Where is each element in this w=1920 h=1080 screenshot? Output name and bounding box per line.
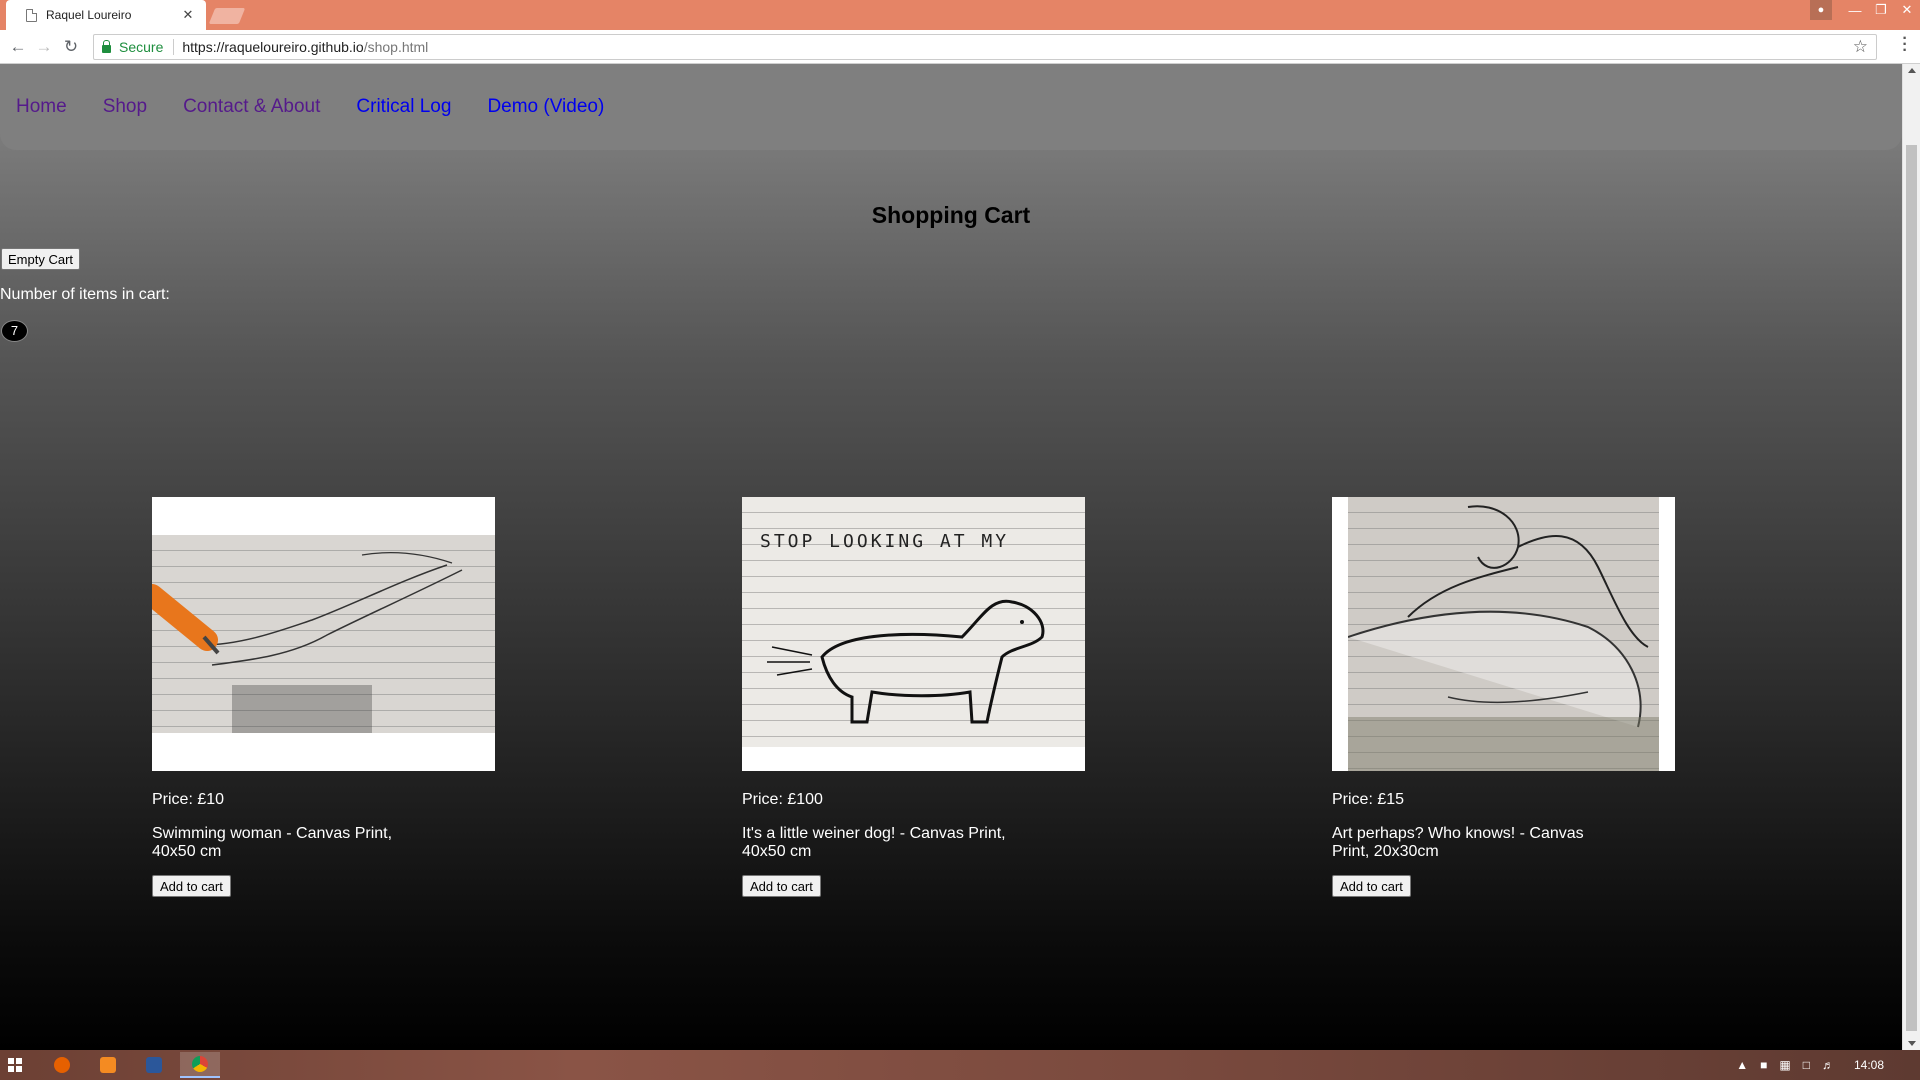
lock-icon — [102, 40, 111, 53]
nav-link-shop[interactable]: Shop — [103, 96, 147, 117]
bookmark-star-icon[interactable]: ☆ — [1853, 37, 1868, 57]
taskbar-clock[interactable]: 14:08 — [1854, 1058, 1884, 1072]
page-scrollbar[interactable] — [1902, 64, 1920, 1050]
add-to-cart-button[interactable]: Add to cart — [152, 875, 231, 897]
address-separator — [173, 39, 175, 55]
window-controls: ● — ❐ ✕ — [1810, 0, 1920, 20]
product-price: Price: £100 — [742, 791, 823, 808]
browser-toolbar: ← → ↻ Secure https://raqueloureiro.githu… — [0, 30, 1920, 64]
product-card: Price: £15 Art perhaps? Who knows! - Can… — [1332, 497, 1675, 897]
nav-link-demo-video[interactable]: Demo (Video) — [487, 96, 604, 117]
art-caption: STOP LOOKING AT MY — [760, 531, 1009, 552]
back-arrow-icon[interactable]: ← — [8, 37, 28, 57]
tab-close-icon[interactable]: ✕ — [180, 7, 196, 23]
network-icon[interactable]: □ — [1803, 1058, 1810, 1072]
windows-start-icon[interactable] — [8, 1058, 22, 1072]
address-bar[interactable]: Secure https://raqueloureiro.github.io/s… — [93, 34, 1877, 60]
scroll-down-arrow-icon[interactable] — [1908, 1041, 1916, 1046]
empty-cart-button[interactable]: Empty Cart — [1, 248, 81, 270]
scroll-up-arrow-icon[interactable] — [1908, 68, 1916, 73]
minimize-icon[interactable]: — — [1842, 3, 1868, 18]
cart-count-label: Number of items in cart: — [0, 286, 170, 303]
site-navigation: Home Shop Contact & About Critical Log D… — [0, 64, 1902, 150]
url-path: /shop.html — [363, 39, 429, 55]
browser-tab-active[interactable]: Raquel Loureiro ✕ — [6, 0, 206, 30]
taskbar-word-icon[interactable] — [134, 1052, 174, 1078]
tray-expand-icon[interactable]: ▲ — [1736, 1058, 1748, 1072]
nav-link-critical-log[interactable]: Critical Log — [356, 96, 451, 117]
reload-icon[interactable]: ↻ — [61, 37, 81, 57]
system-tray: ▲ ■ ▦ □ ♬ 14:08 — [1724, 1050, 1910, 1080]
product-image[interactable] — [152, 497, 495, 771]
scrollbar-thumb[interactable] — [1906, 145, 1917, 1031]
drawing-figure — [1348, 497, 1659, 771]
nav-link-home[interactable]: Home — [16, 96, 67, 117]
restore-icon[interactable]: ❐ — [1868, 2, 1894, 18]
product-title: Art perhaps? Who knows! - Canvas Print, … — [1332, 825, 1584, 860]
volume-icon[interactable]: ♬ — [1822, 1058, 1834, 1072]
cart-count-badge: 7 — [1, 320, 28, 342]
tray-app-icon[interactable]: ▦ — [1779, 1058, 1790, 1072]
close-window-icon[interactable]: ✕ — [1894, 2, 1920, 18]
nav-link-contact-about[interactable]: Contact & About — [183, 96, 320, 117]
tray-discord-icon[interactable]: ■ — [1760, 1058, 1767, 1072]
taskbar-sublime-icon[interactable] — [88, 1052, 128, 1078]
product-image[interactable] — [1332, 497, 1675, 771]
add-to-cart-button[interactable]: Add to cart — [1332, 875, 1411, 897]
product-price: Price: £10 — [152, 791, 225, 808]
product-price: Price: £15 — [1332, 791, 1405, 808]
add-to-cart-button[interactable]: Add to cart — [742, 875, 821, 897]
browser-menu-icon[interactable]: · · · — [1900, 31, 1910, 59]
product-title: It's a little weiner dog! - Canvas Print… — [742, 825, 1006, 860]
profile-icon[interactable]: ● — [1810, 0, 1832, 20]
forward-arrow-icon[interactable]: → — [34, 37, 54, 57]
page-viewport: Home Shop Contact & About Critical Log D… — [0, 64, 1902, 1050]
browser-titlebar: Raquel Loureiro ✕ ● — ❐ ✕ — [0, 0, 1920, 30]
page-title: Shopping Cart — [871, 202, 1031, 228]
url-host: https://raqueloureiro.github.io — [182, 39, 364, 55]
drawing-swimming-woman — [152, 535, 495, 733]
secure-label: Secure — [119, 39, 164, 55]
product-image[interactable]: STOP LOOKING AT MY — [742, 497, 1085, 771]
tab-title: Raquel Loureiro — [46, 8, 132, 22]
page-icon — [26, 8, 37, 22]
product-card: Price: £10 Swimming woman - Canvas Print… — [152, 497, 495, 897]
product-card: STOP LOOKING AT MY Price: £100 It's a li… — [742, 497, 1085, 897]
product-title: Swimming woman - Canvas Print, 40x50 cm — [152, 825, 393, 860]
taskbar-firefox-icon[interactable] — [42, 1052, 82, 1078]
drawing-weiner-dog: STOP LOOKING AT MY — [742, 497, 1085, 747]
windows-taskbar: ▲ ■ ▦ □ ♬ 14:08 — [0, 1050, 1920, 1080]
taskbar-chrome-icon[interactable] — [180, 1052, 220, 1078]
new-tab-button[interactable] — [208, 8, 246, 24]
